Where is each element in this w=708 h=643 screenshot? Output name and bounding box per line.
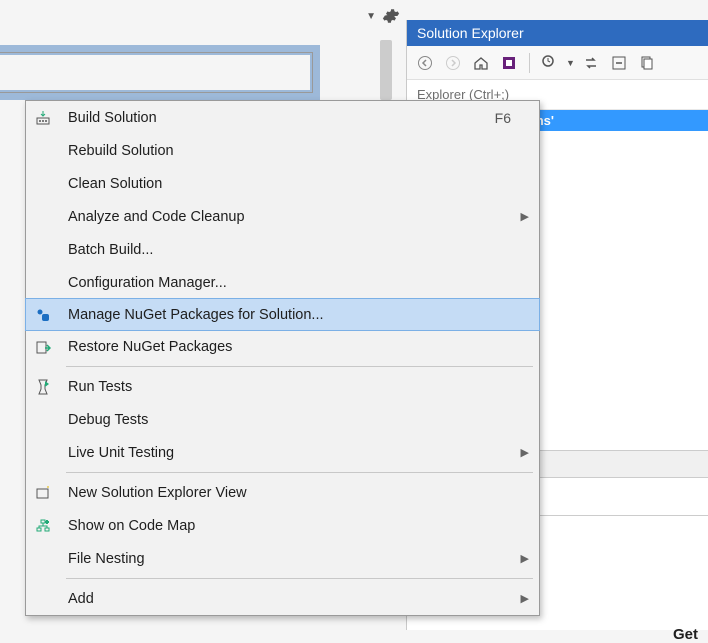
menu-item-label: Add xyxy=(60,591,531,607)
new-view-icon xyxy=(26,476,60,509)
submenu-arrow-icon: ▶ xyxy=(521,592,529,605)
menu-separator xyxy=(66,366,533,367)
menu-show-on-code-map[interactable]: Show on Code Map xyxy=(26,509,539,542)
menu-live-unit-testing[interactable]: Live Unit Testing ▶ xyxy=(26,436,539,469)
submenu-arrow-icon: ▶ xyxy=(521,446,529,459)
menu-separator xyxy=(66,578,533,579)
toolbar-separator xyxy=(529,53,530,73)
menu-item-label: Analyze and Code Cleanup xyxy=(60,209,531,225)
menu-item-label: Build Solution xyxy=(60,110,495,126)
menu-new-solution-explorer-view[interactable]: New Solution Explorer View xyxy=(26,476,539,509)
menu-item-label: Configuration Manager... xyxy=(60,275,531,291)
menu-file-nesting[interactable]: File Nesting ▶ xyxy=(26,542,539,575)
pending-changes-filter-icon[interactable] xyxy=(538,51,562,75)
home-icon[interactable] xyxy=(469,51,493,75)
menu-item-shortcut: F6 xyxy=(495,110,531,126)
menu-item-label: Live Unit Testing xyxy=(60,445,531,461)
menu-item-label: Clean Solution xyxy=(60,176,531,192)
menu-manage-nuget[interactable]: Manage NuGet Packages for Solution... xyxy=(25,298,540,331)
nav-forward-icon[interactable] xyxy=(441,51,465,75)
filter-dropdown-icon[interactable]: ▼ xyxy=(566,58,575,68)
menu-item-label: File Nesting xyxy=(60,551,531,567)
menu-item-label: Batch Build... xyxy=(60,242,531,258)
solution-explorer-title: Solution Explorer xyxy=(407,20,708,46)
panel-title-label: Solution Explorer xyxy=(417,25,524,41)
menu-configuration-manager[interactable]: Configuration Manager... xyxy=(26,266,539,299)
build-icon xyxy=(26,101,60,134)
switch-views-icon[interactable] xyxy=(497,51,521,75)
sync-icon[interactable] xyxy=(579,51,603,75)
menu-item-label: Restore NuGet Packages xyxy=(60,339,531,355)
menu-item-label: Debug Tests xyxy=(60,412,531,428)
menu-item-label: Manage NuGet Packages for Solution... xyxy=(60,307,531,323)
menu-clean-solution[interactable]: Clean Solution xyxy=(26,167,539,200)
menu-analyze-cleanup[interactable]: Analyze and Code Cleanup ▶ xyxy=(26,200,539,233)
gear-icon[interactable] xyxy=(382,7,400,25)
restore-icon xyxy=(26,330,60,363)
menu-build-solution[interactable]: Build Solution F6 xyxy=(26,101,539,134)
code-map-icon xyxy=(26,509,60,542)
run-tests-icon xyxy=(26,370,60,403)
solution-explorer-toolbar: ▼ xyxy=(407,46,708,80)
solution-context-menu: Build Solution F6 Rebuild Solution Clean… xyxy=(25,100,540,616)
menu-debug-tests[interactable]: Debug Tests xyxy=(26,403,539,436)
properties-value-label: Get xyxy=(673,626,698,643)
nuget-icon xyxy=(26,299,60,330)
menu-item-label: Run Tests xyxy=(60,379,531,395)
menu-add[interactable]: Add ▶ xyxy=(26,582,539,615)
dropdown-chevron-icon[interactable]: ▼ xyxy=(366,11,376,22)
menu-batch-build[interactable]: Batch Build... xyxy=(26,233,539,266)
collapse-all-icon[interactable] xyxy=(607,51,631,75)
form-designer-frame xyxy=(0,45,320,100)
menu-rebuild-solution[interactable]: Rebuild Solution xyxy=(26,134,539,167)
nav-back-icon[interactable] xyxy=(413,51,437,75)
designer-scrollbar[interactable] xyxy=(380,40,392,100)
submenu-arrow-icon: ▶ xyxy=(521,210,529,223)
menu-run-tests[interactable]: Run Tests xyxy=(26,370,539,403)
menu-item-label: New Solution Explorer View xyxy=(60,485,531,501)
main-toolbar: ▼ xyxy=(0,2,406,30)
show-all-files-icon[interactable] xyxy=(635,51,659,75)
menu-restore-nuget[interactable]: Restore NuGet Packages xyxy=(26,330,539,363)
menu-separator xyxy=(66,472,533,473)
menu-item-label: Rebuild Solution xyxy=(60,143,531,159)
menu-item-label: Show on Code Map xyxy=(60,518,531,534)
submenu-arrow-icon: ▶ xyxy=(521,552,529,565)
